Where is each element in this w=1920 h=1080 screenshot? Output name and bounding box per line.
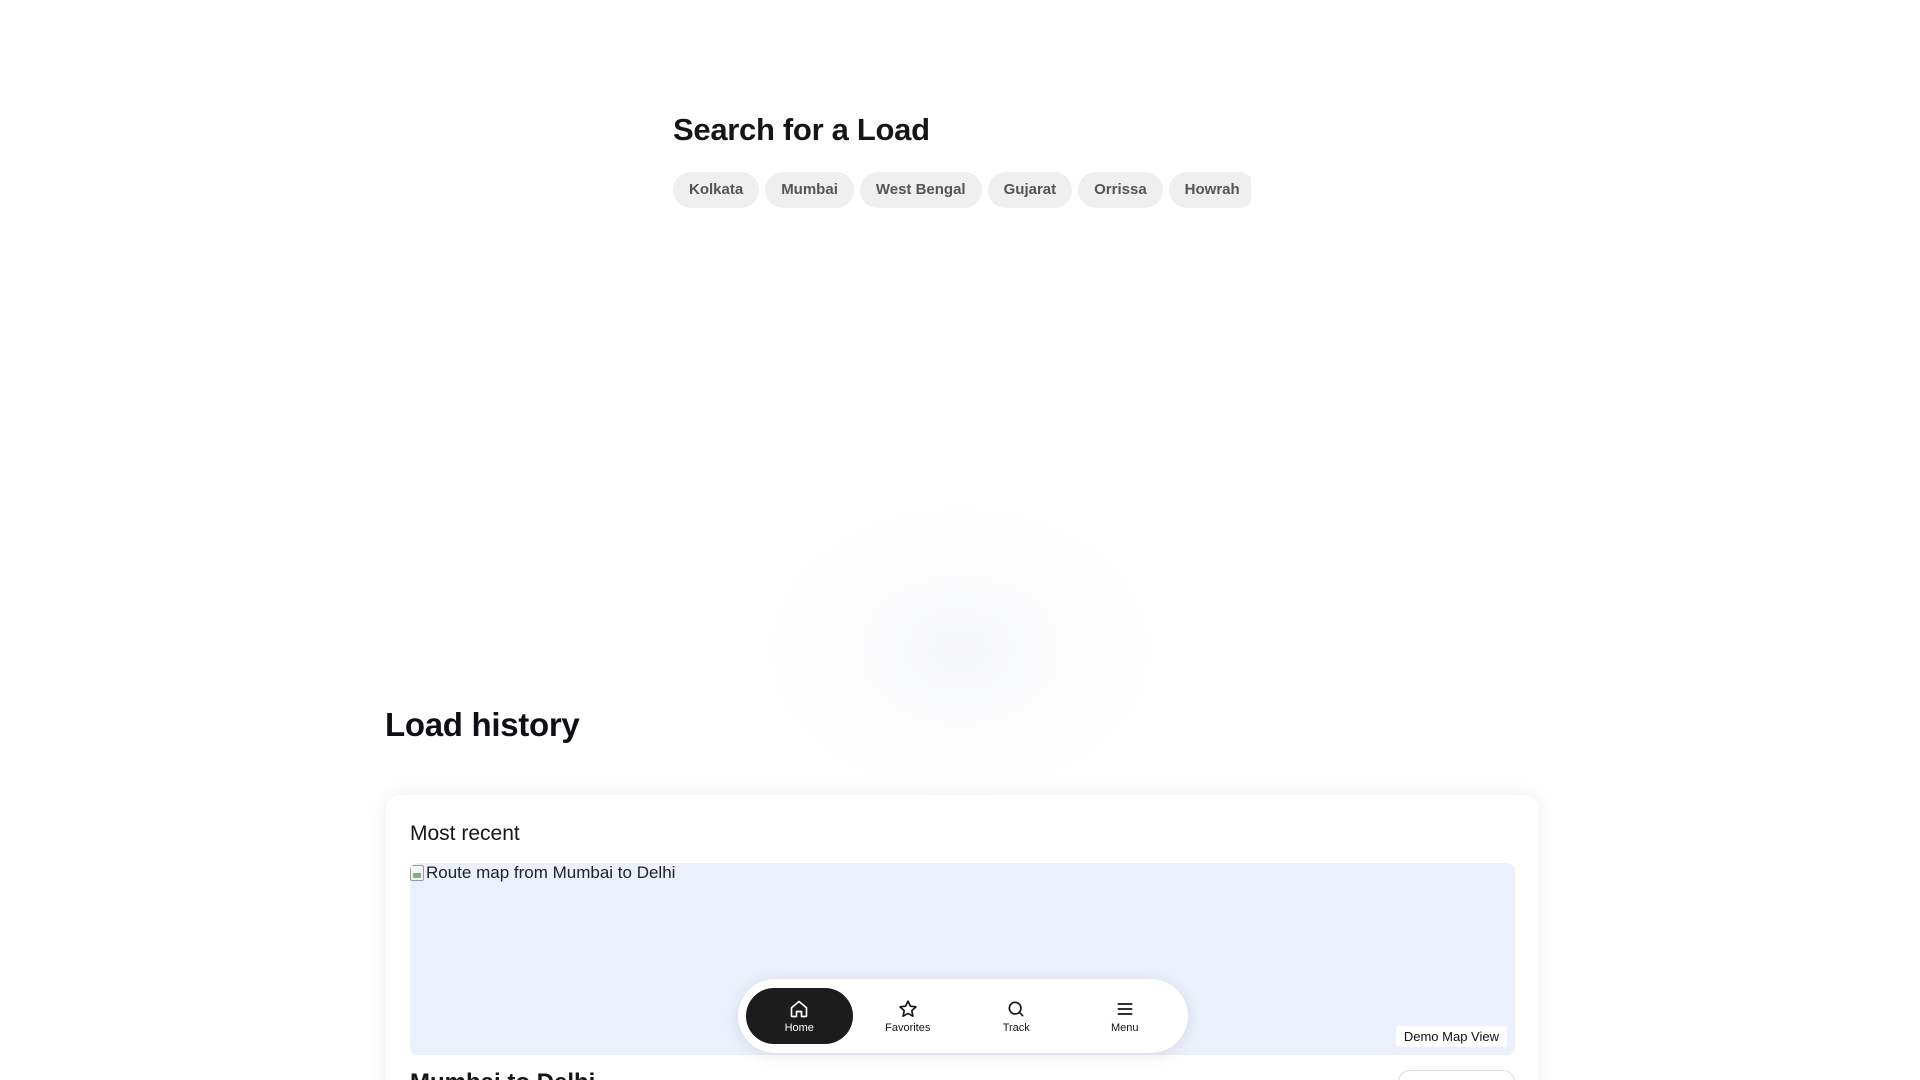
chip-orrissa[interactable]: Orrissa bbox=[1078, 172, 1163, 208]
location-chips: Kolkata Mumbai West Bengal Gujarat Orrissa Ho… bbox=[673, 172, 1251, 210]
card-label: Most recent bbox=[410, 822, 520, 845]
nav-favorites-label: Favorites bbox=[885, 1021, 931, 1034]
nav-menu[interactable]: Menu bbox=[1072, 988, 1179, 1044]
route-map-alt: Route map from Mumbai to Delhi bbox=[410, 863, 675, 883]
demo-map-badge: Demo Map View bbox=[1395, 1026, 1507, 1047]
card-action-button[interactable] bbox=[1398, 1070, 1515, 1080]
broken-image-icon bbox=[410, 865, 424, 881]
chip-west-bengal[interactable]: West Bengal bbox=[859, 172, 982, 208]
nav-track[interactable]: Track bbox=[963, 988, 1070, 1044]
chip-kolkata[interactable]: Kolkata bbox=[673, 172, 760, 208]
star-icon bbox=[899, 999, 917, 1017]
nav-favorites[interactable]: Favorites bbox=[855, 988, 962, 1044]
nav-menu-label: Menu bbox=[1110, 1021, 1139, 1034]
chip-gujarat[interactable]: Gujarat bbox=[987, 172, 1073, 208]
nav-home[interactable]: Home bbox=[746, 988, 853, 1044]
chip-mumbai[interactable]: Mumbai bbox=[765, 172, 854, 208]
nav-home-label: Home bbox=[784, 1021, 814, 1034]
bottom-nav: Home Favorites Track Menu bbox=[738, 979, 1188, 1053]
route-map-alt-text: Route map from Mumbai to Delhi bbox=[426, 863, 676, 882]
home-icon bbox=[790, 1000, 808, 1017]
background-glow bbox=[760, 500, 1160, 800]
nav-track-label: Track bbox=[1002, 1021, 1030, 1034]
search-icon bbox=[1008, 1001, 1024, 1016]
load-history-title: Load history bbox=[385, 706, 580, 743]
search-section: Search for a Load Kolkata Mumbai West Beng… bbox=[673, 112, 1253, 208]
route-title: Mumbai to Delhi bbox=[410, 1069, 595, 1080]
menu-icon bbox=[1117, 1002, 1133, 1015]
chip-howrah[interactable]: Howrah bbox=[1168, 172, 1251, 208]
search-title: Search for a Load bbox=[673, 112, 930, 147]
